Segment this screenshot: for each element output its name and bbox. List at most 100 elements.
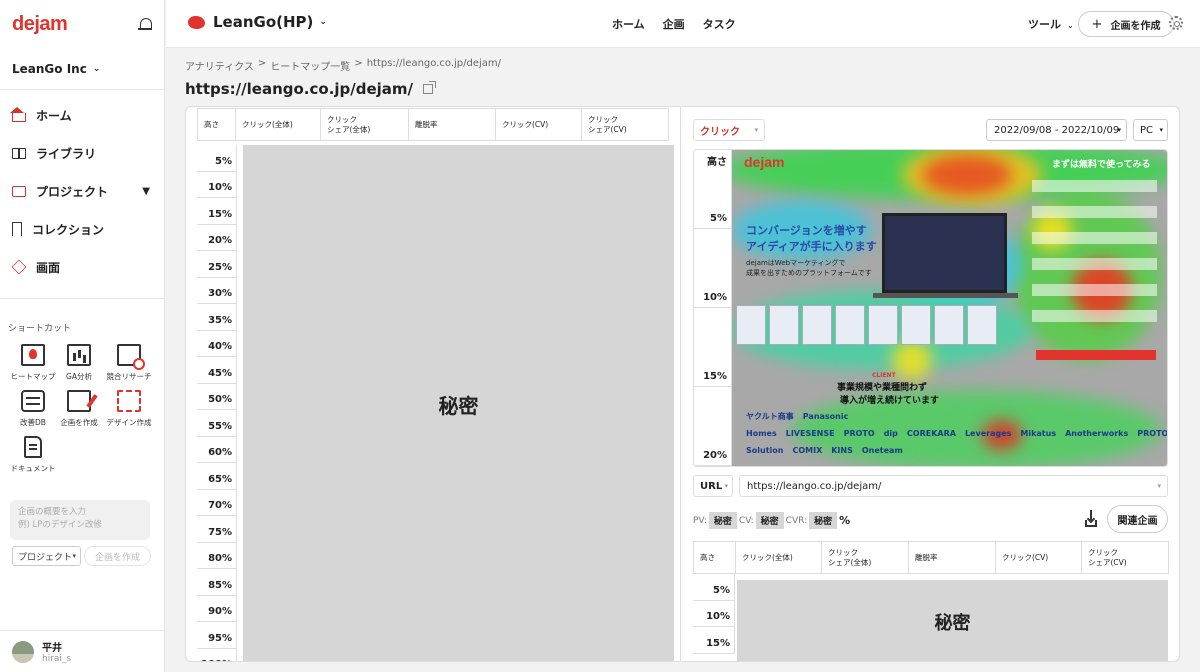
cvr-label: CVR: (785, 515, 808, 526)
org-name: LeanGo Inc (12, 61, 87, 76)
col-click-cv: クリック(CV) (495, 108, 582, 141)
url-select[interactable]: https://leango.co.jp/dejam/ (739, 475, 1168, 497)
heatmap-viewer[interactable]: 高さ 5% 10% 15% 20% dejam まずは無料で使ってみる コンバー… (693, 149, 1168, 467)
home-icon (10, 107, 26, 122)
document-icon (24, 436, 42, 458)
shortcut-design[interactable]: デザイン作成 (100, 390, 158, 428)
preview-client-label: CLIENT (872, 372, 896, 379)
design-icon (117, 390, 141, 412)
page-title: https://leango.co.jp/dejam/ (185, 80, 437, 98)
shortcut-research[interactable]: 競合リサーチ (100, 344, 158, 382)
top-nav: ホーム 企画 タスク (612, 16, 736, 32)
memo-placeholder: 企画の概要を入力 (18, 507, 87, 517)
height-row-label: 20% (197, 224, 237, 251)
dejam-logo[interactable]: dejam (12, 13, 68, 36)
shortcut-document[interactable]: ドキュメント (8, 436, 58, 474)
preview-cta (1036, 350, 1156, 360)
plan-memo-input[interactable]: 企画の概要を入力 例) LPのデザイン改修 (10, 500, 150, 540)
shortcut-db[interactable]: 改善DB (8, 390, 58, 428)
tools-menu[interactable]: ツール ⌄ (1028, 16, 1074, 32)
project-select[interactable]: プロジェクト (12, 546, 81, 566)
stats-table-header: 高さ クリック(全体) クリック シェア(全体) 離脱率 クリック(CV) クリッ… (197, 108, 669, 141)
user-profile[interactable]: 平井 hirai_s (0, 630, 164, 672)
col-click-all: クリック(全体) (735, 541, 822, 574)
stats-table-header-right: 高さ クリック(全体) クリック シェア(全体) 離脱率 クリック(CV) クリッ… (693, 541, 1169, 574)
breadcrumb: アナリティクス > ヒートマップ一覧 > https://leango.co.j… (185, 58, 501, 73)
topnav-tasks[interactable]: タスク (703, 16, 736, 32)
create-plan-button-sidebar[interactable]: 企画を作成 (84, 546, 151, 566)
sidebar-item-screens[interactable]: 画面 (0, 248, 164, 286)
breadcrumb-heatmap-list[interactable]: ヒートマップ一覧 (270, 58, 350, 73)
client-logo: PROTO (843, 429, 875, 438)
height-row-label: 50% (197, 383, 237, 410)
caret-down-icon[interactable]: ▼ (142, 186, 150, 197)
chevron-down-icon: ⌄ (1067, 21, 1074, 30)
shortcut-label: 改善DB (20, 418, 46, 427)
axis-tick: 5% (710, 213, 727, 224)
pv-label: PV: (693, 515, 707, 526)
col-click-share-all: クリック シェア(全体) (320, 108, 409, 141)
heatmap-card: 高さ クリック(全体) クリック シェア(全体) 離脱率 クリック(CV) クリッ… (185, 106, 1180, 662)
col-height: 高さ (197, 108, 236, 141)
sidebar-item-label: ライブラリ (36, 146, 97, 161)
preview-feature-cards (736, 305, 1036, 345)
sidebar-item-collection[interactable]: コレクション (0, 210, 164, 248)
page-url-text: https://leango.co.jp/dejam/ (185, 80, 414, 98)
chevron-down-icon: ⌄ (92, 63, 101, 74)
shortcut-ga[interactable]: GA分析 (58, 344, 100, 382)
height-row-label: 55% (197, 410, 237, 437)
url-type-select[interactable]: URL (693, 475, 733, 497)
axis-tick: 10% (703, 292, 727, 303)
date-range-select[interactable]: 2022/09/08 - 2022/10/09 (986, 119, 1127, 141)
axis-tick: 20% (703, 450, 727, 461)
preview-logo: dejam (744, 154, 785, 170)
tools-label: ツール (1028, 18, 1061, 31)
shortcut-label: 競合リサーチ (106, 372, 152, 381)
topnav-plans[interactable]: 企画 (663, 16, 685, 32)
axis-gridline (694, 386, 732, 387)
shortcut-label: ドキュメント (10, 464, 56, 473)
shortcut-create-plan[interactable]: 企画を作成 (58, 390, 100, 428)
height-row-label: 15% (197, 198, 237, 225)
secret-overlay: 秘密 (243, 145, 674, 661)
bookmark-icon (12, 222, 22, 236)
avatar (12, 640, 34, 663)
cvr-value: 秘密 (809, 512, 838, 529)
device-select[interactable]: PC (1133, 119, 1168, 141)
sidebar-item-library[interactable]: ライブラリ (0, 134, 164, 172)
metric-select[interactable]: クリック (693, 119, 765, 141)
create-plan-button[interactable]: + 企画を作成 (1078, 11, 1174, 37)
related-plans-button[interactable]: 関連企画 (1107, 505, 1168, 533)
create-plan-label: 企画を作成 (1110, 20, 1161, 32)
height-row-label: 10% (197, 171, 237, 198)
sidebar-item-project[interactable]: プロジェクト ▼ (0, 172, 164, 210)
external-link-icon[interactable] (423, 81, 437, 94)
sidebar-item-home[interactable]: ホーム (0, 96, 164, 134)
sidebar-header: dejam (0, 0, 164, 48)
preview-laptop-image (873, 213, 1018, 298)
height-row-label: 75% (197, 516, 237, 543)
topnav-home[interactable]: ホーム (612, 16, 645, 32)
height-row-label: 95% (197, 622, 237, 649)
book-icon (12, 147, 26, 159)
sidebar-item-label: ホーム (36, 108, 72, 123)
org-switcher[interactable]: LeanGo Inc ⌄ (0, 48, 164, 90)
gear-icon[interactable] (1169, 16, 1183, 30)
notification-bell-icon[interactable] (138, 17, 152, 31)
download-icon[interactable] (1085, 510, 1097, 527)
axis-gridline (694, 307, 732, 308)
height-row-label: 90% (197, 595, 237, 622)
edit-icon (67, 390, 91, 412)
research-icon (117, 344, 145, 370)
cvr-percent: % (839, 514, 851, 527)
plus-icon: + (1091, 16, 1103, 32)
height-row-labels-right: 5% 10% 15% (693, 574, 735, 654)
height-row-label: 35% (197, 304, 237, 331)
breadcrumb-analytics[interactable]: アナリティクス (185, 58, 254, 73)
client-logo: LIVESENSE (785, 429, 835, 438)
shortcut-heatmap[interactable]: ヒートマップ (8, 344, 58, 382)
heatmap-page-preview: dejam まずは無料で使ってみる コンバージョンを増やす アイディアが手に入り… (732, 150, 1167, 466)
sidebar-item-label: コレクション (32, 222, 105, 237)
project-switcher[interactable]: LeanGo(HP) ⌄ (188, 13, 327, 31)
breadcrumb-current: https://leango.co.jp/dejam/ (366, 58, 502, 69)
